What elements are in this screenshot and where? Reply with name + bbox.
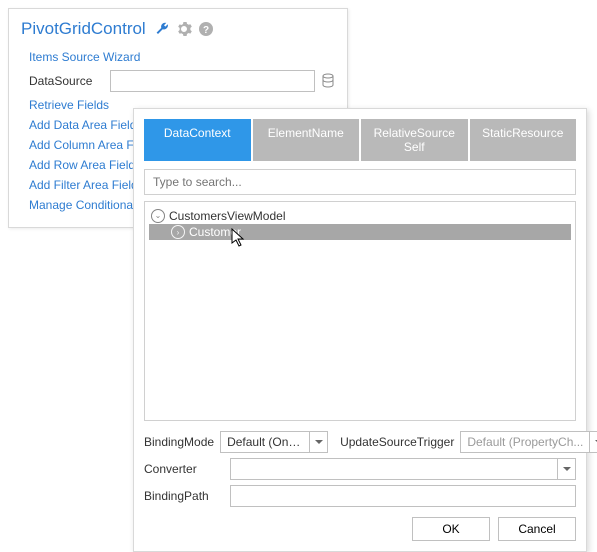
expander-icon[interactable] <box>151 209 165 223</box>
chevron-down-icon[interactable] <box>589 432 597 452</box>
binding-editor-popup: DataContext ElementName RelativeSource S… <box>133 108 587 552</box>
chevron-down-icon[interactable] <box>309 432 327 452</box>
tab-relativesource-self[interactable]: RelativeSource Self <box>361 119 468 161</box>
converter-label: Converter <box>144 462 224 476</box>
svg-text:?: ? <box>203 25 209 36</box>
tree-row-customer[interactable]: Customer <box>149 224 571 240</box>
tab-strip: DataContext ElementName RelativeSource S… <box>144 119 576 161</box>
datasource-label: DataSource <box>29 74 104 88</box>
expander-icon[interactable] <box>171 225 185 239</box>
tree-node-label: CustomersViewModel <box>169 209 286 223</box>
converter-combo[interactable] <box>230 458 576 480</box>
wrench-icon[interactable] <box>154 21 170 37</box>
ok-button[interactable]: OK <box>412 517 490 541</box>
tab-staticresource[interactable]: StaticResource <box>470 119 577 161</box>
binding-path-input[interactable] <box>230 485 576 507</box>
link-items-source-wizard[interactable]: Items Source Wizard <box>29 47 335 67</box>
database-icon[interactable] <box>321 73 335 89</box>
tab-datacontext[interactable]: DataContext <box>144 119 251 161</box>
help-icon[interactable]: ? <box>198 21 214 37</box>
cancel-button[interactable]: Cancel <box>498 517 576 541</box>
binding-mode-label: BindingMode <box>144 435 214 449</box>
update-source-trigger-value: Default (PropertyCh... <box>461 435 589 449</box>
binding-mode-value: Default (One... <box>221 435 309 449</box>
update-source-trigger-combo[interactable]: Default (PropertyCh... <box>460 431 597 453</box>
tree-row-root[interactable]: CustomersViewModel <box>149 208 571 224</box>
task-panel-header: PivotGridControl ? <box>9 9 347 43</box>
tab-elementname[interactable]: ElementName <box>253 119 360 161</box>
tree-node-label: Customer <box>189 225 241 239</box>
binding-tree[interactable]: CustomersViewModel Customer <box>144 201 576 421</box>
search-input[interactable] <box>144 169 576 195</box>
binding-path-label: BindingPath <box>144 489 224 503</box>
datasource-input[interactable] <box>110 70 315 92</box>
task-panel-title: PivotGridControl <box>21 19 146 39</box>
update-source-trigger-label: UpdateSourceTrigger <box>340 435 454 449</box>
gear-icon[interactable] <box>176 21 192 37</box>
binding-mode-combo[interactable]: Default (One... <box>220 431 328 453</box>
chevron-down-icon[interactable] <box>557 459 575 479</box>
